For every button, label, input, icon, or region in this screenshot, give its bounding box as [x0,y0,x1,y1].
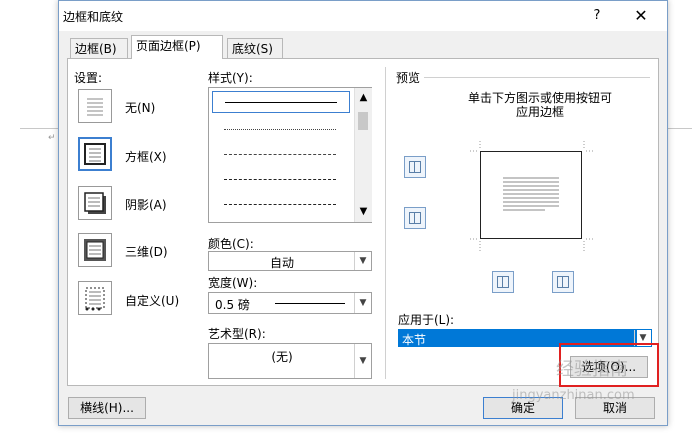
help-button[interactable]: ? [577,3,617,29]
bottom-border-button[interactable] [404,207,426,229]
column-divider [385,67,386,379]
apply-to-label: 应用于(L): [398,313,455,327]
chevron-down-icon[interactable]: ▼ [354,344,371,378]
scroll-down-icon[interactable]: ▼ [355,206,372,217]
color-label: 颜色(C): [208,237,254,251]
art-value: (无) [271,350,293,364]
setting-heading: 设置: [74,71,103,85]
chevron-down-icon[interactable]: ▼ [354,293,371,313]
scroll-up-icon[interactable]: ▲ [355,92,372,103]
preview-heading-rule [424,77,650,78]
tab-borders[interactable]: 边框(B) [70,38,128,58]
close-button[interactable]: ✕ [621,3,661,29]
preview-instruction-2: 应用边框 [515,105,564,119]
top-border-button[interactable] [404,156,426,178]
left-border-button[interactable] [492,271,514,293]
chevron-down-icon[interactable]: ▼ [354,252,371,270]
watermark-text: 经验指南 [556,359,628,380]
setting-3d-label[interactable]: 三维(D) [125,243,168,260]
style-selected-item[interactable] [212,91,350,113]
setting-shadow-label[interactable]: 阴影(A) [125,196,167,213]
3d-setting-icon[interactable] [78,233,112,267]
art-label: 艺术型(R): [208,327,266,341]
preview-heading: 预览 [396,71,421,85]
watermark-url: jingyanzhinan.com [512,388,635,403]
solid-line-style [225,102,337,103]
long-dash-line-style[interactable] [224,179,336,180]
custom-setting-icon[interactable] [78,281,112,315]
color-value: 自动 [269,256,294,270]
paragraph-mark-icon: ↵ [48,133,56,143]
document-ruler-line [20,128,58,129]
style-listbox[interactable]: ▲ ▼ [208,87,372,223]
document-ruler-line-right [668,128,692,129]
preview-corner-marks [470,141,594,251]
dialog-title: 边框和底纹 [63,10,124,24]
tab-shading[interactable]: 底纹(S) [227,38,283,58]
width-select[interactable]: 0.5 磅 ▼ [208,292,372,314]
right-border-button[interactable] [552,271,574,293]
tab-page-border[interactable]: 页面边框(P) [131,35,223,59]
horizontal-line-button[interactable]: 横线(H)... [68,397,146,419]
setting-custom-label[interactable]: 自定义(U) [125,292,179,309]
apply-to-value: 本节 [402,333,427,347]
style-scrollbar[interactable]: ▲ ▼ [354,88,372,222]
dash-dot-line-style[interactable] [224,204,336,205]
box-setting-icon[interactable] [78,137,112,171]
title-bar: 边框和底纹 ? ✕ [59,1,667,31]
shadow-setting-icon[interactable] [78,186,112,220]
none-setting-icon[interactable] [78,89,112,123]
scroll-thumb[interactable] [358,112,368,130]
setting-none-label[interactable]: 无(N) [125,99,155,116]
dotted-line-style[interactable] [224,129,336,130]
color-select[interactable]: 自动 ▼ [208,251,372,271]
width-line-sample [275,303,345,304]
dashed-line-style[interactable] [224,154,336,155]
setting-box-label[interactable]: 方框(X) [125,148,167,165]
tab-panel: 设置: 无(N) 方框(X) 阴影(A) 三维(D) 自定义(U) 样式(Y): [67,58,659,387]
art-select[interactable]: (无) ▼ [208,343,372,379]
width-value: 0.5 磅 [215,298,250,312]
width-label: 宽度(W): [208,276,258,290]
style-heading: 样式(Y): [208,71,253,85]
